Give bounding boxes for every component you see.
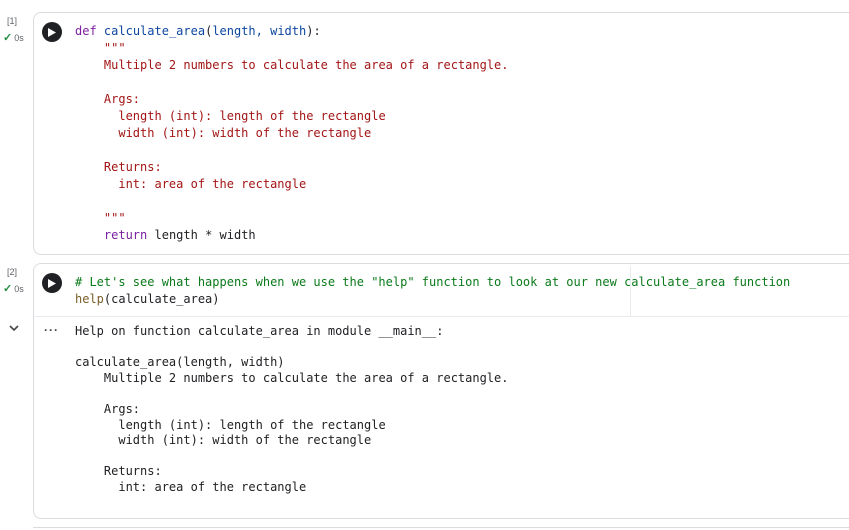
run-cell-icon [48,27,56,37]
line-length-ruler [630,266,631,316]
output-summary: Multiple 2 numbers to calculate the area… [103,370,509,385]
docstring-open: """ [103,41,126,55]
code-token-def: def [75,24,97,38]
output-signature: calculate_area(length, width) [75,355,285,370]
output-arg-width: width (int): width of the rectangle [118,433,372,448]
run-cell-icon [48,278,56,288]
docstring-summary: Multiple 2 numbers to calculate the area… [103,58,509,72]
execution-count: [2] [7,267,18,277]
code-token-return: return [103,228,148,242]
output-separator [34,316,849,317]
code-cell-2[interactable]: # Let's see what happens when we use the… [33,263,849,519]
docstring-close: """ [103,211,126,225]
output-header: Help on function calculate_area in modul… [75,324,444,338]
run-cell-button[interactable] [42,273,62,293]
checkmark-icon: ✓ [3,283,13,295]
code-token-help: help [75,292,104,306]
output-returns-desc: int: area of the rectangle [118,479,307,494]
code-editor[interactable]: def calculate_area(length, width): """ M… [75,23,508,244]
execution-time: 0s [14,283,24,294]
output-arg-length: length (int): length of the rectangle [118,417,386,432]
output-returns-header: Returns: [103,464,162,479]
cell-output: Help on function calculate_area in modul… [75,324,508,496]
docstring-returns-desc: int: area of the rectangle [118,177,307,191]
docstring-arg-width: width (int): width of the rectangle [118,126,372,140]
code-token-params: length, width [212,24,307,38]
docstring-returns-header: Returns: [103,160,162,174]
execution-status: ✓ 0s [3,31,24,44]
code-token-close: ): [306,24,321,38]
execution-time: 0s [14,32,24,43]
run-cell-button[interactable] [42,22,62,42]
code-token-function-name: calculate_area [103,24,206,38]
docstring-args-header: Args: [103,92,141,106]
code-token-return-expr: length * width [154,228,256,242]
docstring-arg-length: length (int): length of the rectangle [118,109,386,123]
code-editor[interactable]: # Let's see what happens when we use the… [75,274,790,308]
code-comment: # Let's see what happens when we use the… [75,275,791,289]
code-token-paren: ) [212,292,220,306]
output-args-header: Args: [103,401,141,416]
checkmark-icon: ✓ [3,32,13,44]
execution-count: [1] [7,16,18,26]
code-cell-1[interactable]: def calculate_area(length, width): """ M… [33,12,849,255]
code-token-help-arg: calculate_area [111,292,213,306]
execution-status: ✓ 0s [3,282,24,295]
chevron-down-icon[interactable] [9,323,19,335]
more-horizontal-icon[interactable]: ··· [44,323,59,337]
next-cell-edge [33,527,849,528]
